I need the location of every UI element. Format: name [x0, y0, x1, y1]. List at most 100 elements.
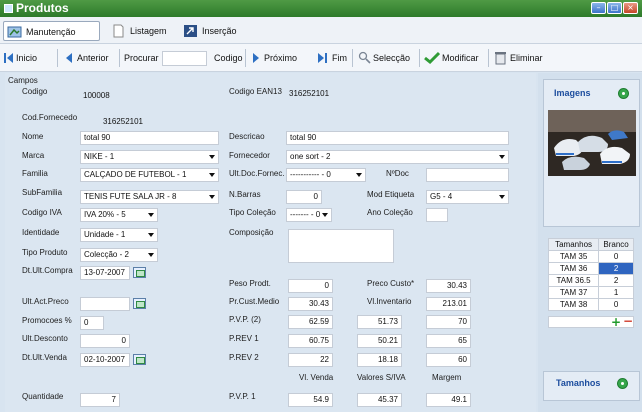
ult-desconto-field[interactable]: 0 — [80, 334, 130, 348]
qty-cell[interactable]: 2 — [598, 262, 634, 275]
composicao-textarea[interactable] — [288, 229, 394, 263]
calendar-icon[interactable] — [133, 354, 146, 365]
vl-inventario-label: Vl.Inventario — [367, 297, 412, 306]
dt-ult-venda-field[interactable]: 02-10-2007 — [80, 353, 130, 367]
chevron-down-icon — [499, 195, 505, 199]
prev2-label: P.REV 2 — [229, 353, 259, 362]
sizes-scrollbar[interactable] — [548, 316, 634, 328]
n-barras-field[interactable]: 0 — [286, 190, 322, 204]
n-doc-label: NºDoc — [386, 169, 409, 178]
prev2-siva-field[interactable]: 18.18 — [357, 353, 402, 367]
prev2-margem-field[interactable]: 60 — [426, 353, 471, 367]
seleccao-button[interactable]: Selecção — [358, 51, 410, 65]
proximo-button[interactable]: Próximo — [251, 51, 297, 65]
tipo-produto-select[interactable]: Colecção - 2 — [80, 248, 158, 262]
ult-doc-fornec-select[interactable]: ----------- - 0 — [286, 168, 366, 182]
fornecedor-select[interactable]: one sort - 2 — [286, 150, 509, 164]
minimize-button[interactable]: – — [591, 2, 606, 14]
table-row[interactable]: TAM 36 2 — [547, 262, 634, 275]
peso-prodt-field[interactable]: 0 — [288, 279, 333, 293]
fim-label: Fim — [332, 53, 347, 63]
imagens-heading: Imagens — [554, 88, 591, 98]
tipo-colecao-label: Tipo Coleção — [229, 208, 276, 217]
calendar-icon[interactable] — [133, 298, 146, 309]
sizes-header-row: Tamanhos Branco — [547, 238, 634, 251]
qty-cell[interactable]: 1 — [598, 286, 634, 299]
ano-colecao-field[interactable] — [426, 208, 448, 222]
modificar-button[interactable]: Modificar — [424, 51, 479, 65]
qty-cell[interactable]: 0 — [598, 250, 634, 263]
subfamilia-select[interactable]: TENIS FUTE SALA JR - 8 — [80, 190, 219, 204]
vl-inventario-field[interactable]: 213.01 — [426, 297, 471, 311]
marca-select[interactable]: NIKE - 1 — [80, 150, 219, 164]
preco-custo-field[interactable]: 30.43 — [426, 279, 471, 293]
tab-listagem[interactable]: Listagem — [108, 21, 176, 41]
chevron-down-icon — [209, 155, 215, 159]
refresh-icon[interactable] — [617, 378, 628, 389]
mod-etiqueta-select[interactable]: G5 - 4 — [426, 190, 509, 204]
composicao-label: Composição — [229, 228, 274, 237]
pvp1-venda-field[interactable]: 54.9 — [288, 393, 333, 407]
size-cell: TAM 36.5 — [547, 274, 600, 287]
refresh-icon[interactable] — [618, 88, 629, 99]
anterior-button[interactable]: Anterior — [64, 51, 109, 65]
fim-button[interactable]: Fim — [316, 51, 347, 65]
close-button[interactable]: × — [623, 2, 638, 14]
tab-insercao[interactable]: Inserção — [180, 21, 250, 41]
qty-cell[interactable]: 2 — [598, 274, 634, 287]
sizes-header-color: Branco — [598, 238, 634, 251]
cod-fornecedo-field[interactable]: 316252101 — [80, 116, 146, 130]
prev2-venda-field[interactable]: 22 — [288, 353, 333, 367]
pvp2-margem-field[interactable]: 70 — [426, 315, 471, 329]
pvp2-venda-field[interactable]: 62.59 — [288, 315, 333, 329]
table-row[interactable]: TAM 35 0 — [547, 250, 634, 263]
subfamilia-label: SubFamilia — [22, 188, 63, 197]
calendar-icon[interactable] — [133, 267, 146, 278]
promocoes-field[interactable]: 0 — [80, 316, 104, 330]
qty-cell[interactable]: 0 — [598, 298, 634, 311]
pvp2-siva-field[interactable]: 51.73 — [357, 315, 402, 329]
procurar-input[interactable] — [162, 51, 207, 66]
descricao-field[interactable]: total 90 — [286, 131, 509, 145]
peso-prodt-label: Peso Prodt. — [229, 279, 271, 288]
ult-act-preco-field[interactable] — [80, 297, 130, 311]
table-row[interactable]: TAM 37 1 — [547, 286, 634, 299]
first-arrow-icon — [7, 53, 13, 63]
chevron-down-icon — [148, 253, 154, 257]
table-row[interactable]: TAM 38 0 — [547, 298, 634, 311]
prev1-margem-field[interactable]: 65 — [426, 334, 471, 348]
insert-icon — [184, 25, 197, 37]
n-doc-field[interactable] — [426, 168, 509, 182]
ean13-field[interactable]: 316252101 — [286, 88, 346, 102]
dt-ult-compra-field[interactable]: 13-07-2007 — [80, 266, 130, 280]
nome-field[interactable]: total 90 — [80, 131, 219, 145]
size-cell: TAM 38 — [547, 298, 600, 311]
maximize-button[interactable]: □ — [607, 2, 622, 14]
eliminar-button[interactable]: Eliminar — [494, 51, 543, 65]
promocoes-label: Promocoes % — [22, 316, 72, 325]
quantidade-field[interactable]: 7 — [80, 393, 120, 407]
app-icon — [4, 4, 13, 13]
add-icon[interactable]: + — [611, 315, 621, 329]
tipo-colecao-select[interactable]: ------- - 0 — [286, 208, 332, 222]
familia-label: Familia — [22, 169, 48, 178]
campos-label: Campos — [8, 76, 38, 85]
cod-fornecedo-label: Cod.Fornecedo — [22, 113, 78, 122]
prev1-venda-field[interactable]: 60.75 — [288, 334, 333, 348]
table-row[interactable]: TAM 36.5 2 — [547, 274, 634, 287]
inicio-button[interactable]: Inicio — [4, 51, 37, 65]
eliminar-label: Eliminar — [510, 53, 543, 63]
seleccao-label: Selecção — [373, 53, 411, 63]
remove-icon[interactable]: − — [623, 314, 633, 328]
pr-cust-medio-field[interactable]: 30.43 — [288, 297, 333, 311]
chevron-down-icon — [209, 173, 215, 177]
tab-manutencao[interactable]: Manutenção — [3, 21, 100, 41]
toolbar-divider — [352, 49, 353, 67]
familia-select[interactable]: CALÇADO DE FUTEBOL - 1 — [80, 168, 219, 182]
prev1-siva-field[interactable]: 50.21 — [357, 334, 402, 348]
identidade-select[interactable]: Unidade - 1 — [80, 228, 158, 242]
pvp1-siva-field[interactable]: 45.37 — [357, 393, 402, 407]
pvp1-margem-field[interactable]: 49.1 — [426, 393, 471, 407]
codigo-iva-select[interactable]: IVA 20% - 5 — [80, 208, 158, 222]
codigo-field[interactable]: 100008 — [80, 90, 130, 104]
